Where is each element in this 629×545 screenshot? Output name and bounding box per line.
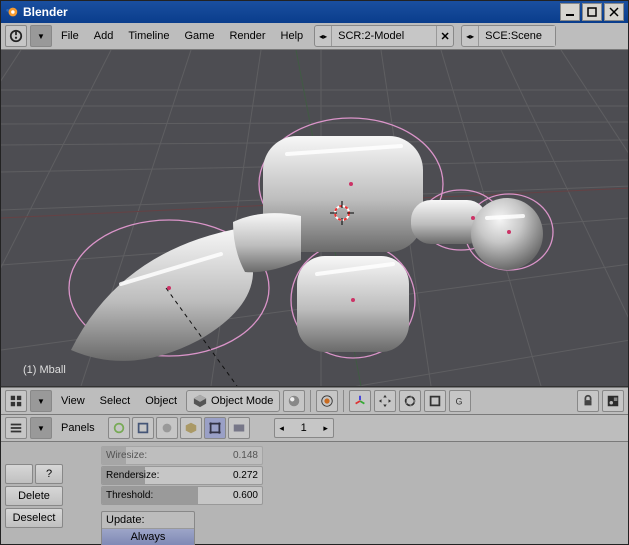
minimize-button[interactable]: [560, 3, 580, 21]
menu-add[interactable]: Add: [88, 26, 120, 46]
buttons-header: ▼ Panels ◂ 1 ▸: [1, 415, 628, 442]
update-mode-group: Update: Always Half Res Fast: [101, 511, 195, 545]
context-script[interactable]: [132, 417, 154, 439]
menu-file[interactable]: File: [55, 26, 85, 46]
scene-prefix: SCE:: [485, 30, 511, 42]
window-title: Blender: [23, 5, 560, 19]
layer-lock-icon[interactable]: [577, 390, 599, 412]
render-preview-button[interactable]: [602, 390, 624, 412]
panels-label: Panels: [55, 418, 101, 438]
scene-selector[interactable]: ◂▸ SCE:Scene: [461, 25, 556, 47]
collapse-view-menus-button[interactable]: ▼: [30, 390, 52, 412]
select-menu[interactable]: Select: [94, 391, 137, 411]
viewport-grid: [1, 50, 628, 386]
mode-selector[interactable]: Object Mode: [186, 390, 280, 412]
page-prev[interactable]: ◂: [275, 423, 289, 434]
page-number[interactable]: 1: [289, 422, 319, 434]
transform-translate[interactable]: [374, 390, 396, 412]
page-next[interactable]: ▸: [319, 423, 333, 434]
screen-clear-button[interactable]: ✕: [436, 26, 453, 46]
help-button[interactable]: ?: [35, 464, 63, 484]
shading-mode-button[interactable]: [283, 390, 305, 412]
view-menu[interactable]: View: [55, 391, 91, 411]
buttons-window-type[interactable]: [5, 417, 27, 439]
unknown-small-button[interactable]: [5, 464, 33, 484]
scene-value[interactable]: Scene: [511, 30, 542, 42]
update-option-always[interactable]: Always: [102, 528, 194, 545]
maximize-button[interactable]: [582, 3, 602, 21]
window-type-button[interactable]: [5, 25, 27, 47]
transform-rotate[interactable]: [399, 390, 421, 412]
screen-browse-icon[interactable]: ◂▸: [315, 26, 332, 46]
screen-prefix: SCR:: [338, 30, 364, 42]
info-header: ▼ File Add Timeline Game Render Help ◂▸ …: [1, 23, 628, 50]
3d-view-header: ▼ View Select Object Object Mode G: [1, 387, 628, 415]
3d-viewport[interactable]: (1) Mball: [1, 50, 628, 387]
update-title: Update:: [102, 512, 194, 528]
transform-scale[interactable]: [424, 390, 446, 412]
deselect-button[interactable]: Deselect: [5, 508, 63, 528]
menu-help[interactable]: Help: [275, 26, 310, 46]
object-mode-icon: [193, 394, 207, 408]
object-menu[interactable]: Object: [139, 391, 183, 411]
window-titlebar: Blender: [1, 1, 628, 23]
context-shading[interactable]: [156, 417, 178, 439]
close-button[interactable]: [604, 3, 624, 21]
delete-button[interactable]: Delete: [5, 486, 63, 506]
wiresize-slider[interactable]: Wiresize: 0.148: [101, 446, 263, 465]
buttons-panel-area: ? Delete Deselect Wiresize: 0.148 Render…: [1, 442, 628, 545]
context-buttons: [108, 417, 250, 439]
screen-value[interactable]: 2-Model: [364, 30, 404, 42]
manipulator-toggle[interactable]: [349, 390, 371, 412]
active-object-label: (1) Mball: [23, 364, 66, 376]
pivot-button[interactable]: [316, 390, 338, 412]
context-scene[interactable]: [228, 417, 250, 439]
orientation-button[interactable]: G: [449, 390, 471, 412]
scene-browse-icon[interactable]: ◂▸: [462, 26, 479, 46]
context-editing[interactable]: [204, 417, 226, 439]
screen-selector[interactable]: ◂▸ SCR:2-Model ✕: [314, 25, 454, 47]
view-type-button[interactable]: [5, 390, 27, 412]
menu-timeline[interactable]: Timeline: [122, 26, 175, 46]
menu-game[interactable]: Game: [178, 26, 220, 46]
threshold-slider[interactable]: Threshold: 0.600: [101, 486, 263, 505]
panel-page-spinner[interactable]: ◂ 1 ▸: [274, 418, 334, 438]
collapse-menus-button[interactable]: ▼: [30, 25, 52, 47]
svg-text:G: G: [456, 397, 463, 407]
menu-render[interactable]: Render: [223, 26, 271, 46]
mode-label: Object Mode: [211, 395, 273, 407]
rendersize-slider[interactable]: Rendersize: 0.272: [101, 466, 263, 485]
app-icon: [5, 5, 19, 19]
context-object[interactable]: [180, 417, 202, 439]
context-logic[interactable]: [108, 417, 130, 439]
collapse-panel-menus[interactable]: ▼: [30, 417, 52, 439]
